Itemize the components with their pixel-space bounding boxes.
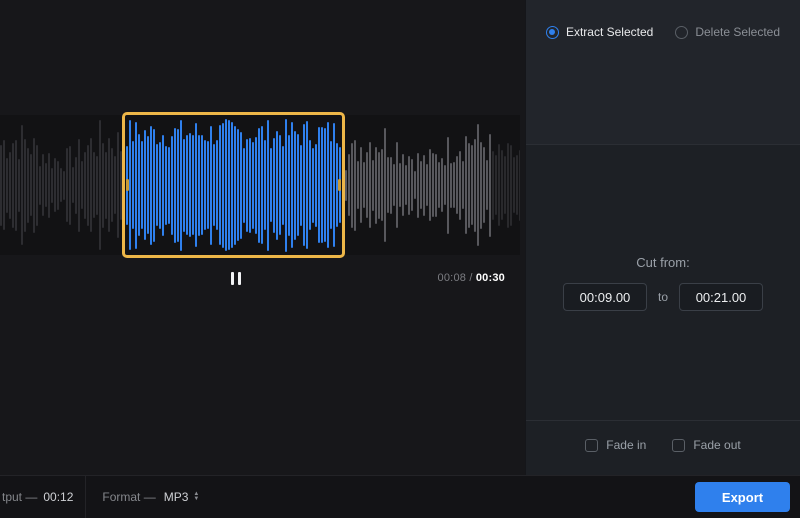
to-label: to <box>658 290 668 304</box>
cut-end-input[interactable] <box>679 283 763 311</box>
editor-area: 00:08 / 00:30 <box>0 0 525 475</box>
extract-selected-label: Extract Selected <box>566 25 653 39</box>
audio-cutter-app: 00:08 / 00:30 Extract Selected Delete Se… <box>0 0 800 518</box>
bottom-bar: tput — 00:12 Format — MP3 ▲▼ Export <box>0 475 800 518</box>
fade-out-label: Fade out <box>693 438 740 452</box>
output-value: 00:12 <box>43 490 73 504</box>
delete-selected-radio[interactable]: Delete Selected <box>675 25 780 39</box>
time-separator: / <box>466 272 476 284</box>
fade-in-label: Fade in <box>606 438 646 452</box>
divider <box>85 476 86 518</box>
format-label: Format — <box>102 490 155 504</box>
fade-row: Fade in Fade out <box>526 438 800 452</box>
total-time: 00:30 <box>476 272 505 284</box>
format-value: MP3 <box>164 490 189 504</box>
cut-range-row: to <box>526 283 800 311</box>
checkbox-icon <box>585 439 598 452</box>
selection-box[interactable] <box>122 112 345 258</box>
radio-icon <box>546 26 559 39</box>
selection-handle-right[interactable] <box>338 179 341 191</box>
pause-icon <box>238 272 241 285</box>
cut-start-input[interactable] <box>563 283 647 311</box>
fade-in-checkbox[interactable]: Fade in <box>585 438 646 452</box>
export-button[interactable]: Export <box>695 482 790 512</box>
radio-dot-icon <box>549 29 555 35</box>
checkbox-icon <box>672 439 685 452</box>
chevron-up-down-icon: ▲▼ <box>193 492 199 502</box>
fade-out-checkbox[interactable]: Fade out <box>672 438 740 452</box>
current-time: 00:08 <box>438 272 467 284</box>
waveform-strip <box>0 115 520 255</box>
mode-section: Extract Selected Delete Selected <box>526 0 800 145</box>
format-group: Format — MP3 ▲▼ <box>102 490 199 504</box>
selection-handle-left[interactable] <box>126 179 129 191</box>
format-select[interactable]: MP3 ▲▼ <box>164 490 200 504</box>
pause-icon <box>231 272 234 285</box>
cut-from-label: Cut from: <box>526 255 800 270</box>
settings-panel: Extract Selected Delete Selected Cut fro… <box>525 0 800 475</box>
extract-selected-radio[interactable]: Extract Selected <box>546 25 653 39</box>
delete-selected-label: Delete Selected <box>695 25 780 39</box>
mode-row: Extract Selected Delete Selected <box>526 0 800 39</box>
output-duration: tput — 00:12 <box>2 490 73 504</box>
output-label: tput — <box>2 490 37 504</box>
divider <box>526 420 800 421</box>
radio-icon <box>675 26 688 39</box>
time-display: 00:08 / 00:30 <box>438 272 505 284</box>
pause-button[interactable] <box>225 268 247 288</box>
